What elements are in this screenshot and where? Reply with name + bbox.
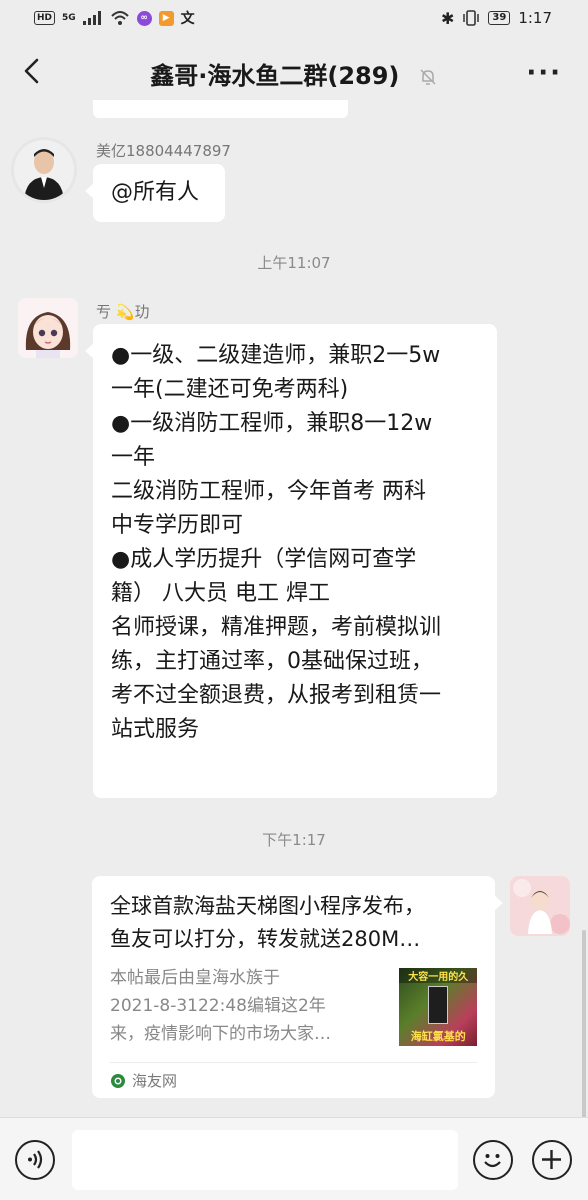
hd-badge: HD	[34, 11, 56, 25]
avatar[interactable]	[510, 876, 570, 936]
chat-title-text: 鑫哥·海水鱼二群(289)	[150, 62, 400, 90]
link-card-thumbnail: 大容一用的久 海缸氯基的	[399, 968, 477, 1046]
emoji-icon[interactable]	[473, 1140, 513, 1180]
chat-title: 鑫哥·海水鱼二群(289)	[0, 56, 588, 91]
avatar[interactable]	[18, 298, 78, 358]
sender-name: 亐 💫玏	[96, 303, 150, 321]
thumbnail-caption-top: 大容一用的久	[399, 968, 477, 983]
link-card-source: 海友网	[110, 1070, 177, 1091]
message-bubble[interactable]: @所有人	[85, 164, 225, 222]
translate-icon: 文	[180, 11, 195, 27]
previous-message-bubble[interactable]	[93, 100, 348, 118]
battery-icon: 39	[488, 11, 511, 25]
vibrate-icon	[463, 10, 480, 26]
link-card[interactable]: 全球首款海盐天梯图小程序发布， 鱼友可以打分，转发就送280M… 本帖最后由皇海…	[92, 876, 503, 1098]
network-label: 5G	[62, 13, 76, 23]
message-text: @所有人	[111, 180, 200, 205]
status-bar: HD 5G ∞ ▶ 文 ✱ 39 1:17	[0, 0, 588, 36]
voice-icon[interactable]	[15, 1140, 55, 1180]
link-card-source-name: 海友网	[132, 1072, 178, 1090]
link-card-description: 本帖最后由皇海水族于 2021-8-3122:48编辑这2年 来，疫情影响下的市…	[110, 968, 331, 1044]
timestamp: 下午1:17	[262, 831, 326, 849]
message-input[interactable]	[72, 1130, 458, 1190]
message-bubble[interactable]: ●一级、二级建造师，兼职2一5w 一年(二建还可免考两科) ●一级消防工程师，兼…	[85, 324, 497, 798]
bell-off-icon	[420, 69, 436, 85]
input-bar	[0, 1117, 588, 1200]
status-icons-right: ✱ 39 1:17	[441, 9, 552, 28]
site-logo-icon	[111, 1073, 125, 1088]
status-icons-left: HD 5G ∞ ▶ 文	[34, 8, 195, 28]
video-app-icon: ▶	[158, 10, 174, 26]
thumbnail-caption-bottom: 海缸氯基的	[410, 1030, 466, 1043]
chat-header: 鑫哥·海水鱼二群(289) ···	[0, 36, 588, 106]
signal-icon	[82, 11, 101, 25]
plus-icon[interactable]	[532, 1140, 572, 1180]
avatar[interactable]	[14, 140, 74, 200]
timestamp: 上午11:07	[257, 254, 331, 272]
sender-name: 美亿18804447897	[96, 142, 231, 160]
wifi-icon	[110, 11, 129, 25]
more-dots-icon[interactable]: ···	[526, 58, 562, 88]
link-card-title[interactable]: 全球首款海盐天梯图小程序发布， 鱼友可以打分，转发就送280M…	[110, 890, 477, 956]
app-notification-icon: ∞	[136, 10, 152, 26]
message-text: ●一级、二级建造师，兼职2一5w 一年(二建还可免考两科) ●一级消防工程师，兼…	[111, 343, 442, 742]
bluetooth-icon: ✱	[440, 8, 455, 28]
clock: 1:17	[518, 9, 552, 27]
scrollbar[interactable]	[582, 930, 586, 1118]
